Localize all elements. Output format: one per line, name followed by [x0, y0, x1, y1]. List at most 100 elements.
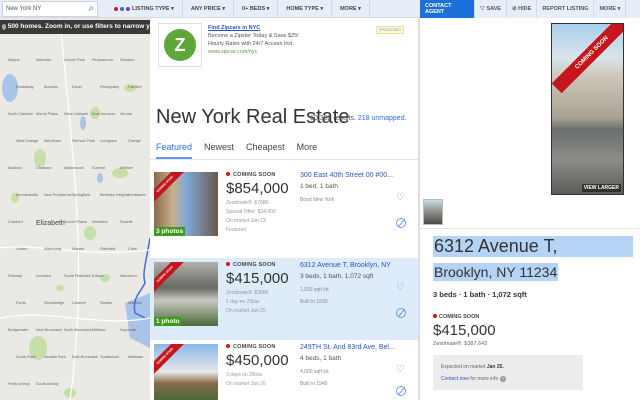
- contact-now-link[interactable]: Contact now: [441, 376, 469, 382]
- listing-detail-line: Zestimate®: $388K: [226, 290, 269, 296]
- map-label: New Providence: [44, 193, 72, 197]
- save-heart-icon[interactable]: ♡: [396, 364, 405, 375]
- map-label: Kendall Park: [44, 355, 66, 359]
- listing-address-link[interactable]: 249TH St. And 83rd Ave, Bel...: [300, 344, 395, 351]
- ad-title-link[interactable]: Find Zipcars in NYC: [208, 24, 299, 32]
- listing-price: $450,000: [226, 352, 289, 369]
- listing-detail-line: 1 day on Zillow: [226, 299, 260, 305]
- map-label: Madison: [8, 166, 23, 170]
- search-input[interactable]: New York NY ⌕: [2, 1, 98, 17]
- search-icon[interactable]: ⌕: [88, 3, 94, 14]
- map-label: East Brunswick: [72, 355, 98, 359]
- map-label: Perth Amboy: [8, 382, 30, 386]
- map-label: Livingston: [100, 139, 118, 143]
- map-label: Elizabeth: [36, 220, 65, 227]
- results-count: 60,352 results. 218 unmapped.: [310, 115, 407, 122]
- coming-soon-ribbon: COMING SOON: [154, 344, 186, 378]
- listing-card[interactable]: COMING SOON 1 photo COMING SOON $415,000 Zes…: [150, 258, 418, 340]
- tab-cheapest[interactable]: Cheapest: [246, 142, 285, 159]
- status-dot-icon: [433, 314, 437, 318]
- save-heart-icon[interactable]: ♡: [396, 282, 405, 293]
- map-label: South Amboy: [36, 382, 59, 386]
- map-label: Maplewood: [64, 166, 84, 170]
- hide-icon[interactable]: [396, 386, 406, 396]
- map-label: North Brunswick: [64, 328, 92, 332]
- map-label: Springfield: [72, 193, 90, 197]
- map-label: Dunellen: [36, 274, 51, 278]
- expected-text: Expected on market: [441, 364, 486, 370]
- listing-facts: 1 bed, 1 bath: [300, 183, 338, 190]
- map-features: [0, 18, 150, 400]
- filter-0[interactable]: LISTING TYPE ▾: [106, 0, 183, 18]
- listing-photo[interactable]: COMING SOON 1 photo: [154, 262, 218, 326]
- listing-detail-line: On market Jan 25: [226, 308, 266, 314]
- tab-more[interactable]: More: [297, 142, 318, 159]
- report-listing-button[interactable]: REPORT LISTING: [537, 0, 595, 18]
- detail-toolbar: CONTACT AGENT ♡ SAVE ⊘ HIDE REPORT LISTI…: [420, 0, 640, 18]
- listing-facts: 4 beds, 1 bath: [300, 355, 342, 362]
- map-label: Scotch Plains: [64, 220, 88, 224]
- map-label: Bernardsville: [16, 193, 38, 197]
- sponsored-badge: SPONSORED: [375, 26, 404, 34]
- map-label: Parsippany: [100, 85, 119, 89]
- unmapped-link[interactable]: 218 unmapped.: [358, 115, 407, 122]
- ad-url[interactable]: www.zipcar.com/nyc: [208, 48, 299, 56]
- map-label: Florham Park: [72, 139, 95, 143]
- filter-label: 0+ BEDS ▾: [242, 6, 270, 12]
- main-photo[interactable]: COMING SOON VIEW LARGER: [551, 23, 624, 195]
- listing-address-link[interactable]: 300 East 40th Street 00 #00...: [300, 172, 393, 179]
- listing-card[interactable]: COMING SOON COMING SOON $450,000 3 days on …: [150, 340, 418, 400]
- photo-thumbnail[interactable]: [423, 199, 443, 225]
- status-dot-icon: [226, 172, 230, 176]
- map-label: Warren: [72, 247, 85, 251]
- divider: [420, 228, 640, 229]
- listing-detail-line: 3 days on Zillow: [226, 372, 262, 378]
- listing-extra: 4,000 sqft lot: [300, 369, 329, 375]
- map-label: Fairfield: [128, 85, 142, 89]
- map-label: Roselle: [120, 220, 133, 224]
- listing-card[interactable]: COMING SOON 3 photos COMING SOON $854,000 Ze…: [150, 168, 418, 250]
- listing-status: COMING SOON: [226, 344, 276, 350]
- map-label: Boonton: [44, 85, 59, 89]
- map-label: Rahway: [8, 274, 22, 278]
- filter-label: LISTING TYPE ▾: [132, 6, 174, 12]
- listing-price: $415,000: [226, 270, 289, 287]
- hide-icon[interactable]: [396, 218, 406, 228]
- map[interactable]: g 500 homes. Zoom in, or use filters to …: [0, 18, 150, 400]
- ad-zipcar[interactable]: Z Find Zipcars in NYC Become a Zipster T…: [158, 23, 408, 67]
- listing-photo[interactable]: COMING SOON 3 photos: [154, 172, 218, 236]
- tab-newest[interactable]: Newest: [204, 142, 234, 159]
- help-icon[interactable]: ?: [499, 375, 506, 382]
- listing-price: $854,000: [226, 180, 289, 197]
- save-button[interactable]: ♡ SAVE: [475, 0, 508, 18]
- status-dot-icon: [226, 262, 230, 266]
- hide-button[interactable]: ⊘ HIDE: [507, 0, 538, 18]
- map-label: Dover: [72, 85, 83, 89]
- tab-featured[interactable]: Featured: [156, 142, 193, 159]
- listing-detail-line: Zestimate®: $788K: [226, 200, 269, 206]
- listing-detail: CONTACT AGENT ♡ SAVE ⊘ HIDE REPORT LISTI…: [420, 0, 640, 400]
- filter-3[interactable]: HOME TYPE ▾: [278, 0, 333, 18]
- listing-status: COMING SOON: [226, 172, 276, 178]
- listing-address-link[interactable]: 6312 Avenue T, Brooklyn, NY: [300, 262, 391, 269]
- save-heart-icon[interactable]: ♡: [396, 192, 405, 203]
- map-label: South Plainfield: [64, 274, 91, 278]
- expected-date: Jan 25.: [486, 364, 504, 370]
- filter-1[interactable]: ANY PRICE ▾: [183, 0, 235, 18]
- map-label: Raritan: [100, 301, 113, 305]
- map-label: Plainfield: [100, 247, 116, 251]
- contact-agent-button[interactable]: CONTACT AGENT: [420, 0, 475, 18]
- filter-4[interactable]: MORE ▾: [332, 0, 370, 18]
- map-label: Mendham: [44, 139, 61, 143]
- listing-photo[interactable]: COMING SOON: [154, 344, 218, 400]
- filter-2[interactable]: 0+ BEDS ▾: [234, 0, 279, 18]
- more-button[interactable]: MORE ▾: [594, 0, 627, 18]
- view-larger-button[interactable]: VIEW LARGER: [581, 184, 621, 192]
- map-label: Rockaway: [16, 85, 34, 89]
- map-label: Fords: [16, 301, 26, 305]
- zipcar-logo: Z: [158, 23, 202, 67]
- map-label: Morris Plains: [36, 112, 58, 116]
- map-label: Manville: [128, 301, 142, 305]
- market-info-box: Expected on market Jan 25. Contact now f…: [433, 355, 583, 390]
- hide-icon[interactable]: [396, 308, 406, 318]
